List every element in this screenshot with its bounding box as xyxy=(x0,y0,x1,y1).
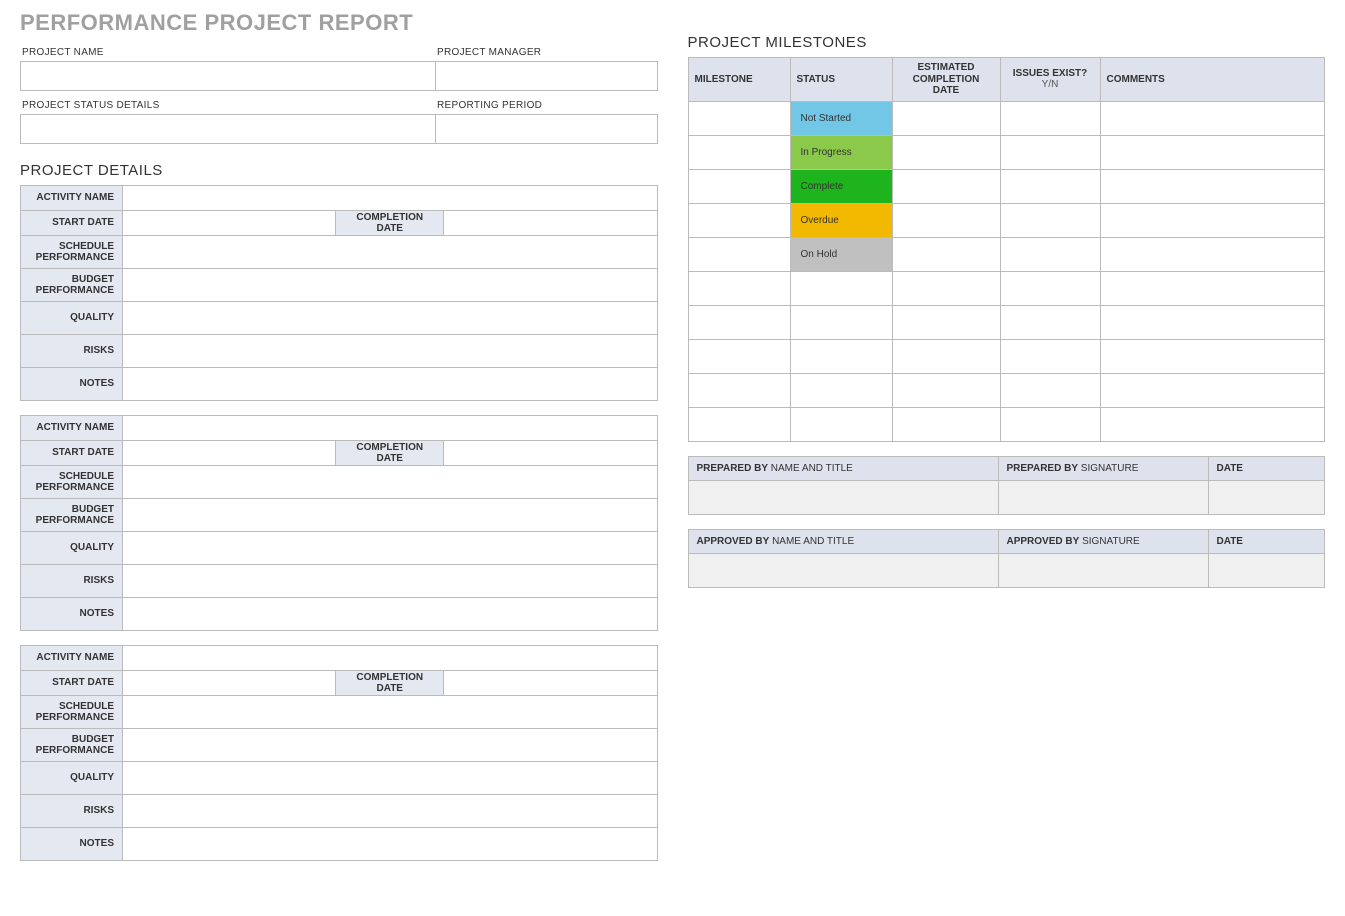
table-row xyxy=(688,271,1325,305)
activity-table-1: ACTIVITY NAME START DATECOMPLETION DATE … xyxy=(20,185,658,401)
label-quality: QUALITY xyxy=(21,302,123,335)
label-risks: RISKS xyxy=(21,335,123,368)
table-row: On Hold xyxy=(688,237,1325,271)
label-approved-by-signature: APPROVED BY SIGNATURE xyxy=(998,529,1208,553)
label-status-details: PROJECT STATUS DETAILS xyxy=(20,97,435,114)
col-issues-exist: ISSUES EXIST? Y/N xyxy=(1000,58,1100,102)
input-activity-name[interactable] xyxy=(123,186,658,211)
label-prepared-by-date: DATE xyxy=(1208,456,1325,480)
activity-table-2: ACTIVITY NAME START DATECOMPLETION DATE … xyxy=(20,415,658,631)
input-quality[interactable] xyxy=(123,302,658,335)
label-notes: NOTES xyxy=(21,368,123,401)
header-row-1: PROJECT NAME PROJECT MANAGER xyxy=(20,44,658,91)
label-schedule-performance: SCHEDULE PERFORMANCE xyxy=(21,236,123,269)
status-on-hold[interactable]: On Hold xyxy=(790,237,892,271)
status-overdue[interactable]: Overdue xyxy=(790,203,892,237)
prepared-by-table: PREPARED BY NAME AND TITLE PREPARED BY S… xyxy=(688,456,1326,515)
col-status: STATUS xyxy=(790,58,892,102)
table-row: Overdue xyxy=(688,203,1325,237)
label-completion-date: COMPLETION DATE xyxy=(336,211,444,236)
label-project-manager: PROJECT MANAGER xyxy=(435,44,658,61)
section-project-milestones: PROJECT MILESTONES xyxy=(688,34,1326,51)
input-prepared-by-name[interactable] xyxy=(688,480,998,514)
input-prepared-by-date[interactable] xyxy=(1208,480,1325,514)
input-schedule-performance[interactable] xyxy=(123,236,658,269)
label-activity-name: ACTIVITY NAME xyxy=(21,186,123,211)
status-not-started[interactable]: Not Started xyxy=(790,101,892,135)
input-risks[interactable] xyxy=(123,335,658,368)
label-approved-by-date: DATE xyxy=(1208,529,1325,553)
input-approved-by-date[interactable] xyxy=(1208,553,1325,587)
label-approved-by-name: APPROVED BY NAME AND TITLE xyxy=(688,529,998,553)
right-column: PROJECT MILESTONES MILESTONE STATUS ESTI… xyxy=(688,10,1326,588)
input-approved-by-name[interactable] xyxy=(688,553,998,587)
input-reporting-period[interactable] xyxy=(435,114,658,144)
input-status-details[interactable] xyxy=(20,114,435,144)
input-budget-performance[interactable] xyxy=(123,269,658,302)
header-row-2: PROJECT STATUS DETAILS REPORTING PERIOD xyxy=(20,97,658,144)
table-row xyxy=(688,373,1325,407)
input-completion-date[interactable] xyxy=(444,211,657,236)
input-start-date[interactable] xyxy=(123,211,336,236)
activity-table-3: ACTIVITY NAME START DATECOMPLETION DATE … xyxy=(20,645,658,861)
left-column: PERFORMANCE PROJECT REPORT PROJECT NAME … xyxy=(20,10,658,875)
label-prepared-by-name: PREPARED BY NAME AND TITLE xyxy=(688,456,998,480)
col-milestone: MILESTONE xyxy=(688,58,790,102)
table-row xyxy=(688,407,1325,441)
label-start-date: START DATE xyxy=(21,211,123,236)
label-reporting-period: REPORTING PERIOD xyxy=(435,97,658,114)
status-complete[interactable]: Complete xyxy=(790,169,892,203)
table-row xyxy=(688,339,1325,373)
input-prepared-by-signature[interactable] xyxy=(998,480,1208,514)
status-in-progress[interactable]: In Progress xyxy=(790,135,892,169)
table-row: Complete xyxy=(688,169,1325,203)
section-project-details: PROJECT DETAILS xyxy=(20,162,658,179)
table-row: Not Started xyxy=(688,101,1325,135)
approved-by-table: APPROVED BY NAME AND TITLE APPROVED BY S… xyxy=(688,529,1326,588)
page-title: PERFORMANCE PROJECT REPORT xyxy=(20,10,658,36)
col-est-completion: ESTIMATED COMPLETION DATE xyxy=(892,58,1000,102)
table-row xyxy=(688,305,1325,339)
label-prepared-by-signature: PREPARED BY SIGNATURE xyxy=(998,456,1208,480)
col-comments: COMMENTS xyxy=(1100,58,1325,102)
input-project-manager[interactable] xyxy=(435,61,658,91)
label-budget-performance: BUDGET PERFORMANCE xyxy=(21,269,123,302)
input-approved-by-signature[interactable] xyxy=(998,553,1208,587)
input-notes[interactable] xyxy=(123,368,658,401)
input-project-name[interactable] xyxy=(20,61,435,91)
label-project-name: PROJECT NAME xyxy=(20,44,435,61)
milestones-table: MILESTONE STATUS ESTIMATED COMPLETION DA… xyxy=(688,57,1326,442)
table-row: In Progress xyxy=(688,135,1325,169)
